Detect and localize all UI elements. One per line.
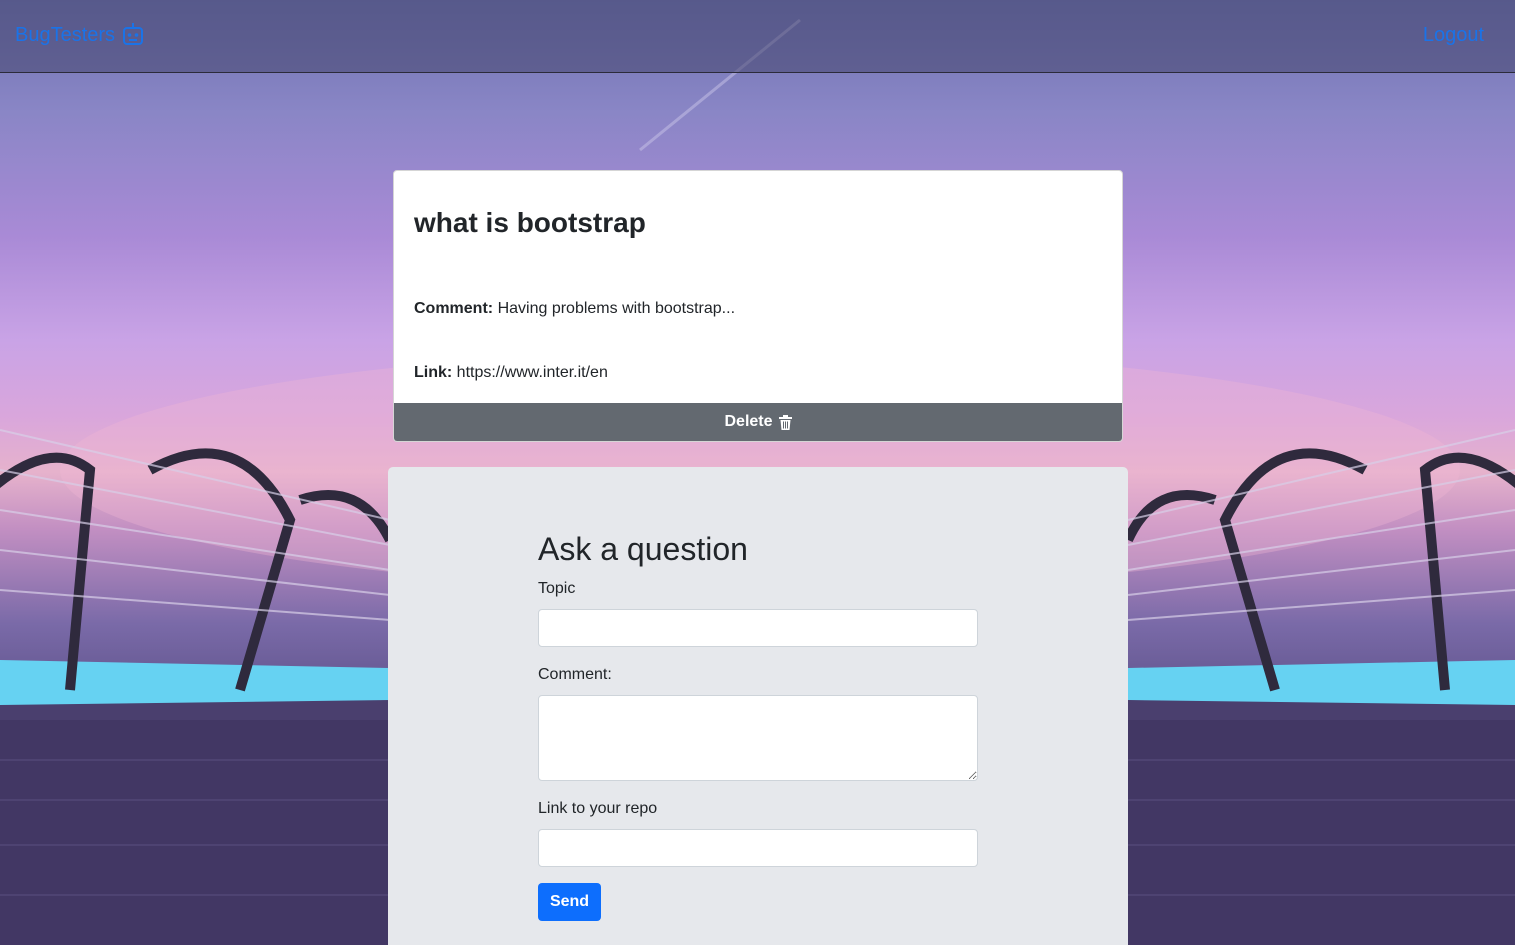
brand-name: BugTesters (15, 23, 116, 46)
question-link: Link: https://www.inter.it/en (414, 364, 608, 382)
question-card: what is bootstrap Comment: Having proble… (393, 170, 1123, 442)
navbar: BugTesters Logout (0, 0, 1515, 73)
ask-question-panel: Ask a question Topic Comment: Link to yo… (388, 467, 1128, 945)
comment-label: Comment: (414, 300, 494, 317)
send-button[interactable]: Send (538, 883, 601, 921)
trash-icon (778, 414, 792, 430)
robot-icon (121, 22, 145, 48)
delete-label: Delete (724, 413, 773, 430)
logout-link[interactable]: Logout (1423, 24, 1484, 47)
link-text: https://www.inter.it/en (456, 364, 608, 381)
comment-text: Having problems with bootstrap... (497, 300, 736, 317)
delete-button[interactable]: Delete (394, 403, 1122, 441)
question-title: what is bootstrap (414, 207, 646, 238)
link-label: Link: (414, 364, 453, 381)
form-title: Ask a question (538, 531, 748, 567)
comment-textarea[interactable] (538, 695, 978, 781)
brand-link[interactable]: BugTesters (15, 22, 145, 48)
question-comment: Comment: Having problems with bootstrap.… (414, 300, 735, 318)
repo-input[interactable] (538, 829, 978, 867)
topic-input[interactable] (538, 609, 978, 647)
topic-label: Topic (538, 580, 576, 597)
repo-label: Link to your repo (538, 800, 658, 817)
comment-field-label: Comment: (538, 666, 612, 683)
